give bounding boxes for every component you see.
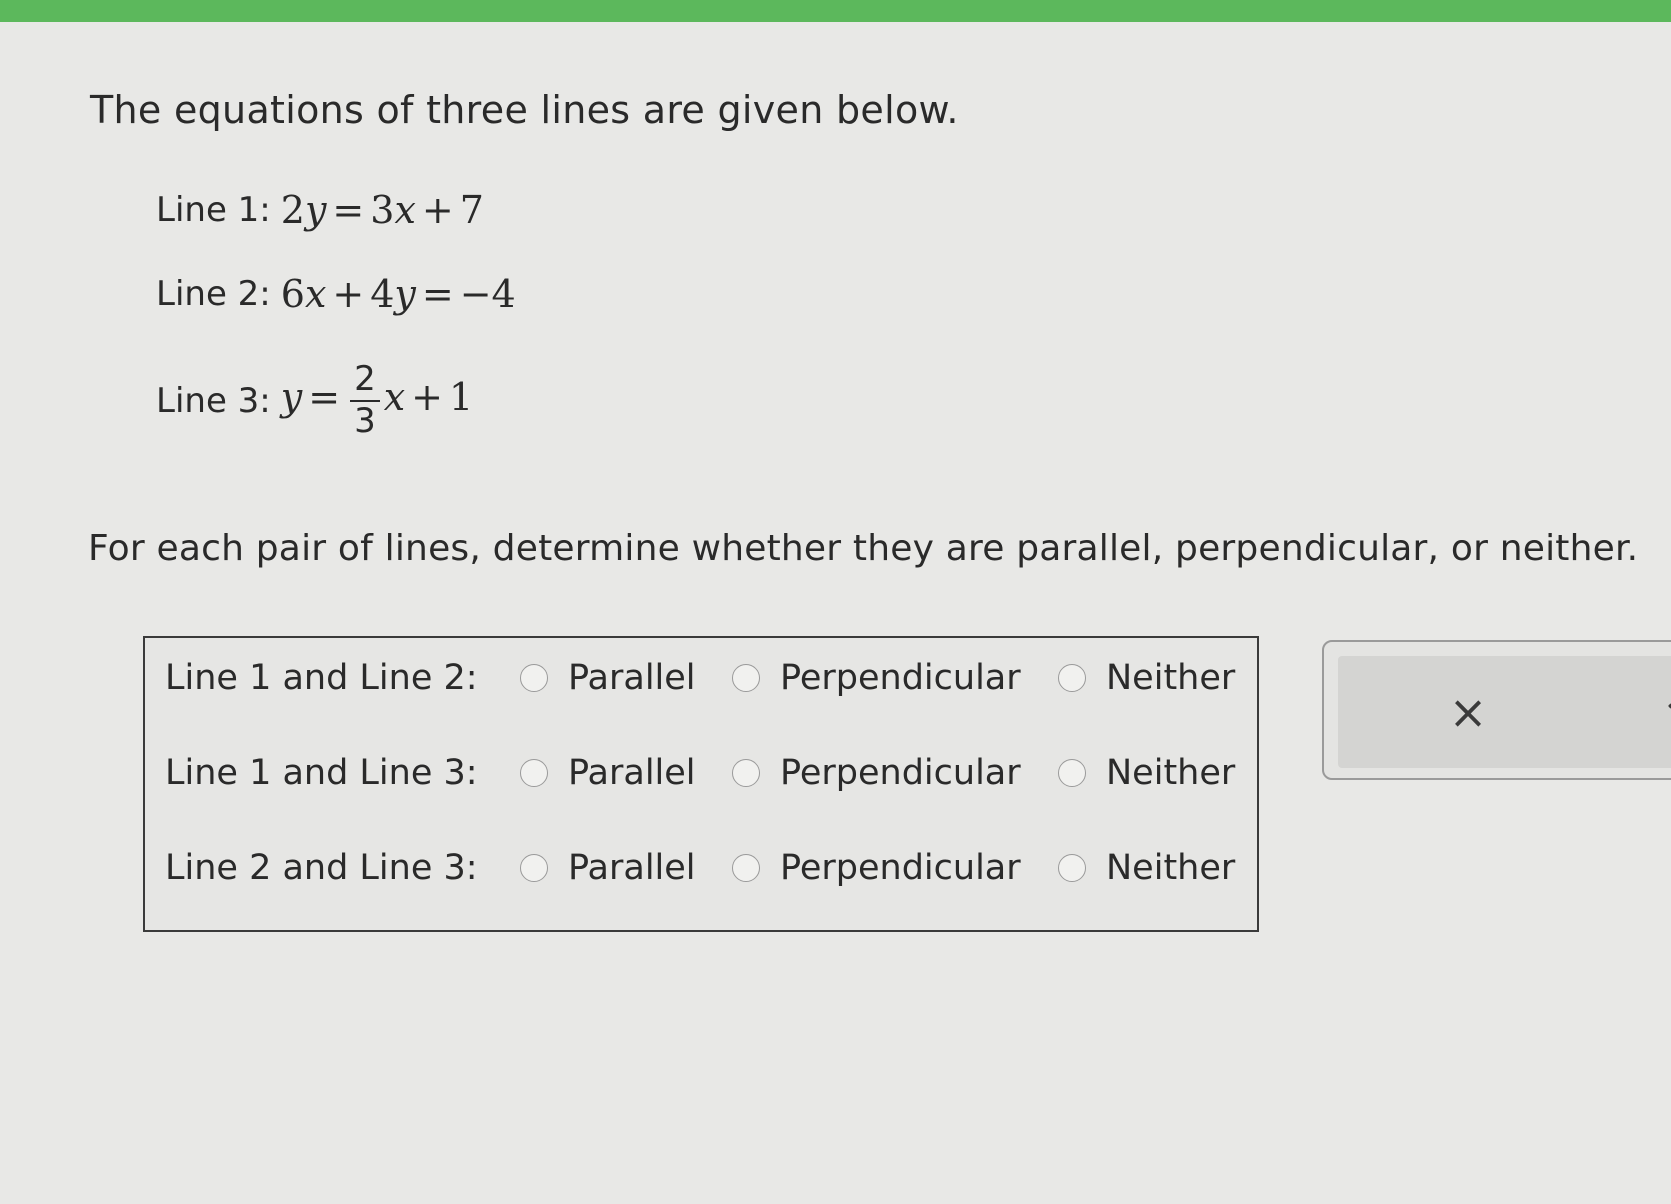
math-token: + <box>421 188 454 232</box>
radio-button[interactable] <box>1058 664 1086 692</box>
pair-label: Line 1 and Line 2: <box>165 658 478 698</box>
radio-button[interactable] <box>520 664 548 692</box>
math-token: 4 <box>370 272 395 316</box>
radio-button[interactable] <box>1058 759 1086 787</box>
option-label: Neither <box>1106 848 1236 888</box>
option-parallel[interactable]: Parallel <box>520 848 732 888</box>
equation-label: Line 2: <box>156 274 271 314</box>
pair-label: Line 1 and Line 3: <box>165 753 478 793</box>
math-token: = <box>332 188 365 232</box>
option-parallel[interactable]: Parallel <box>520 753 732 793</box>
top-accent-bar <box>0 0 1671 22</box>
equation-math: 2y = 3x +7 <box>281 188 484 232</box>
equation-label: Line 1: <box>156 190 271 230</box>
option-neither[interactable]: Neither <box>1058 658 1235 698</box>
fraction-denominator: 3 <box>354 400 376 441</box>
fraction-numerator: 2 <box>354 359 376 399</box>
math-token: x <box>304 272 327 316</box>
option-neither[interactable]: Neither <box>1058 753 1235 793</box>
pair-label: Line 2 and Line 3: <box>165 848 478 888</box>
equation-math: y = 2 3 x +1 <box>280 359 474 441</box>
close-icon[interactable]: × <box>1438 682 1498 742</box>
equation-line-3: Line 3: y = 2 3 x +1 <box>156 359 474 441</box>
math-token: + <box>411 375 443 420</box>
undo-arrow-icon <box>1668 703 1671 709</box>
option-label: Parallel <box>568 848 696 888</box>
pair-row-2-3: Line 2 and Line 3: Parallel Perpendicula… <box>165 848 1235 888</box>
math-token: = <box>308 375 341 420</box>
option-label: Perpendicular <box>780 753 1021 793</box>
math-token: 3 <box>370 188 395 232</box>
math-token: x <box>394 188 416 232</box>
action-toolbar: × <box>1338 656 1671 768</box>
equation-label: Line 3: <box>156 380 271 421</box>
math-token: 2 <box>280 188 305 232</box>
math-token: −4 <box>459 272 516 316</box>
radio-button[interactable] <box>732 664 760 692</box>
math-token: y <box>280 375 303 420</box>
equation-math: 6x +4y = −4 <box>281 272 516 316</box>
option-perpendicular[interactable]: Perpendicular <box>732 658 1058 698</box>
math-token: + <box>332 272 365 316</box>
undo-icon[interactable] <box>1656 682 1671 742</box>
fraction: 23 <box>350 359 380 441</box>
answer-box: Line 1 and Line 2: Parallel Perpendicula… <box>143 636 1259 932</box>
option-label: Perpendicular <box>780 658 1021 698</box>
equation-line-2: Line 2: 6x +4y = −4 <box>156 272 516 316</box>
radio-button[interactable] <box>1058 854 1086 882</box>
instruction-text: For each pair of lines, determine whethe… <box>88 528 1639 569</box>
math-token: 1 <box>448 375 474 420</box>
radio-button[interactable] <box>732 759 760 787</box>
pair-row-1-3: Line 1 and Line 3: Parallel Perpendicula… <box>165 753 1235 793</box>
option-label: Neither <box>1106 753 1236 793</box>
math-token: x <box>383 375 406 420</box>
radio-button[interactable] <box>520 759 548 787</box>
math-token: 7 <box>459 188 484 232</box>
option-label: Perpendicular <box>780 848 1021 888</box>
math-token: y <box>394 272 416 316</box>
option-label: Parallel <box>568 658 696 698</box>
math-token: y <box>304 188 327 232</box>
equation-line-1: Line 1: 2y = 3x +7 <box>156 188 484 232</box>
option-label: Neither <box>1106 658 1236 698</box>
pair-row-1-2: Line 1 and Line 2: Parallel Perpendicula… <box>165 658 1235 698</box>
option-perpendicular[interactable]: Perpendicular <box>732 753 1058 793</box>
option-neither[interactable]: Neither <box>1058 848 1235 888</box>
option-parallel[interactable]: Parallel <box>520 658 732 698</box>
math-token: = <box>421 272 454 316</box>
radio-button[interactable] <box>520 854 548 882</box>
math-token: 6 <box>280 272 305 316</box>
radio-button[interactable] <box>732 854 760 882</box>
action-panel: × <box>1322 640 1671 780</box>
option-perpendicular[interactable]: Perpendicular <box>732 848 1058 888</box>
problem-intro: The equations of three lines are given b… <box>90 88 959 132</box>
option-label: Parallel <box>568 753 696 793</box>
